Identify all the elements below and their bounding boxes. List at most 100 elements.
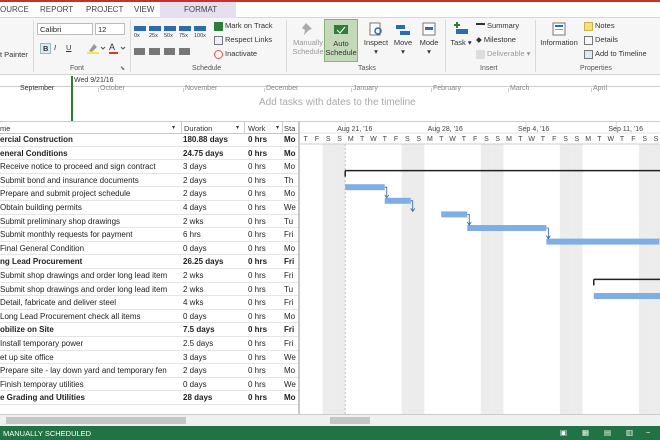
start-cell[interactable]: Mo: [284, 135, 298, 144]
work-cell[interactable]: 0 hrs: [248, 189, 282, 198]
font-color-icon[interactable]: A: [108, 42, 128, 56]
work-cell[interactable]: 0 hrs: [248, 285, 282, 294]
work-cell[interactable]: 0 hrs: [248, 339, 282, 348]
chevron-down-icon[interactable]: ▾: [172, 124, 175, 131]
table-row[interactable]: Submit bond and insurance documents 2 day…: [0, 174, 298, 188]
duration-cell[interactable]: 180.88 days: [183, 135, 243, 144]
task-grid[interactable]: ercial Construction 180.88 days 0 hrs Mo ene…: [0, 133, 298, 415]
duration-cell[interactable]: 3 days: [183, 162, 243, 171]
tab-resource[interactable]: OURCE: [0, 5, 29, 14]
work-cell[interactable]: 0 hrs: [248, 149, 282, 158]
mode-button[interactable]: Mode ▾: [417, 21, 441, 56]
task-name-cell[interactable]: Submit shop drawings and order long lead…: [0, 285, 180, 294]
task-name-cell[interactable]: Submit preliminary shop drawings: [0, 217, 180, 226]
font-name-select[interactable]: Calibri: [37, 23, 93, 35]
table-row[interactable]: Obtain building permits 4 days 0 hrs We: [0, 201, 298, 215]
table-row[interactable]: Finish temporay utilities 0 days 0 hrs We: [0, 378, 298, 392]
percent-complete-icons[interactable]: 0x 25x 50x 75x 100x: [134, 22, 210, 62]
bold-button[interactable]: B: [40, 43, 52, 54]
italic-button[interactable]: I: [54, 43, 56, 52]
zoom-out-icon[interactable]: −: [646, 428, 650, 437]
duration-cell[interactable]: 28 days: [183, 393, 243, 402]
gantt-view-icon[interactable]: ▣: [560, 428, 567, 437]
work-cell[interactable]: 0 hrs: [248, 325, 282, 334]
team-planner-view-icon[interactable]: ▤: [604, 428, 611, 437]
duration-cell[interactable]: 0 days: [183, 244, 243, 253]
work-cell[interactable]: 0 hrs: [248, 298, 282, 307]
table-row[interactable]: et up site office 3 days 0 hrs We: [0, 351, 298, 365]
task-name-cell[interactable]: Final General Condition: [0, 244, 180, 253]
tab-view[interactable]: VIEW: [134, 5, 154, 14]
work-cell[interactable]: 0 hrs: [248, 230, 282, 239]
work-cell[interactable]: 0 hrs: [248, 271, 282, 280]
work-cell[interactable]: 0 hrs: [248, 366, 282, 375]
duration-cell[interactable]: 6 hrs: [183, 230, 243, 239]
inactivate-button[interactable]: Inactivate: [214, 49, 257, 59]
milestone-button[interactable]: ◆ Milestone: [476, 35, 516, 44]
duration-cell[interactable]: 2 wks: [183, 285, 243, 294]
deliverable-button[interactable]: Deliverable ▾: [476, 49, 530, 59]
start-cell[interactable]: We: [284, 203, 298, 212]
format-painter-button[interactable]: t Painter: [0, 50, 28, 59]
duration-cell[interactable]: 3 days: [183, 353, 243, 362]
table-row[interactable]: e Grading and Utilities 28 days 0 hrs Mo: [0, 391, 298, 405]
duration-cell[interactable]: 4 days: [183, 203, 243, 212]
task-name-cell[interactable]: eneral Conditions: [0, 149, 180, 158]
duration-cell[interactable]: 4 wks: [183, 298, 243, 307]
chevron-down-icon[interactable]: ▾: [276, 124, 279, 131]
start-cell[interactable]: We: [284, 353, 298, 362]
task-name-cell[interactable]: obilize on Site: [0, 325, 180, 334]
duration-cell[interactable]: 24.75 days: [183, 149, 243, 158]
horizontal-scrollbar[interactable]: [0, 414, 660, 426]
task-name-cell[interactable]: et up site office: [0, 353, 180, 362]
start-cell[interactable]: Fri: [284, 325, 298, 334]
duration-cell[interactable]: 2 days: [183, 176, 243, 185]
table-row[interactable]: eneral Conditions 24.75 days 0 hrs Mo: [0, 147, 298, 161]
highlight-icon[interactable]: [86, 42, 106, 56]
details-button[interactable]: Details: [584, 35, 618, 45]
scroll-thumb[interactable]: [330, 417, 370, 424]
start-cell[interactable]: Th: [284, 176, 298, 185]
work-cell[interactable]: 0 hrs: [248, 380, 282, 389]
table-row[interactable]: Long Lead Procurement check all items 0 d…: [0, 310, 298, 324]
task-name-cell[interactable]: Prepare and submit project schedule: [0, 189, 180, 198]
start-cell[interactable]: Tu: [284, 285, 298, 294]
task-name-cell[interactable]: ercial Construction: [0, 135, 180, 144]
task-name-cell[interactable]: Receive notice to proceed and sign contr…: [0, 162, 180, 171]
table-row[interactable]: Submit preliminary shop drawings 2 wks 0 h…: [0, 215, 298, 229]
scroll-thumb[interactable]: [6, 417, 186, 424]
work-cell[interactable]: 0 hrs: [248, 162, 282, 171]
add-to-timeline-button[interactable]: Add to Timeline: [584, 49, 647, 59]
table-row[interactable]: Receive notice to proceed and sign contr…: [0, 160, 298, 174]
table-row[interactable]: Submit monthly requests for payment 6 hrs…: [0, 228, 298, 242]
duration-cell[interactable]: 2 wks: [183, 271, 243, 280]
task-usage-view-icon[interactable]: ▦: [582, 428, 589, 437]
work-cell[interactable]: 0 hrs: [248, 257, 282, 266]
start-cell[interactable]: Fri: [284, 257, 298, 266]
table-row[interactable]: Prepare and submit project schedule 2 day…: [0, 187, 298, 201]
table-row[interactable]: Install temporary power 2.5 days 0 hrs Fri: [0, 337, 298, 351]
work-cell[interactable]: 0 hrs: [248, 353, 282, 362]
column-header-start[interactable]: Sta: [284, 124, 295, 133]
task-button[interactable]: Task ▾: [449, 21, 473, 47]
table-row[interactable]: Detail, fabricate and deliver steel 4 wks…: [0, 296, 298, 310]
start-cell[interactable]: We: [284, 380, 298, 389]
column-header-duration[interactable]: Duration: [184, 124, 212, 133]
work-cell[interactable]: 0 hrs: [248, 203, 282, 212]
table-row[interactable]: obilize on Site 7.5 days 0 hrs Fri: [0, 323, 298, 337]
respect-links-button[interactable]: Respect Links: [214, 35, 272, 45]
start-cell[interactable]: Fri: [284, 298, 298, 307]
information-button[interactable]: Information: [538, 21, 580, 47]
work-cell[interactable]: 0 hrs: [248, 135, 282, 144]
work-cell[interactable]: 0 hrs: [248, 244, 282, 253]
duration-cell[interactable]: 7.5 days: [183, 325, 243, 334]
task-name-cell[interactable]: Finish temporay utilities: [0, 380, 180, 389]
task-name-cell[interactable]: Submit bond and insurance documents: [0, 176, 180, 185]
task-name-cell[interactable]: ng Lead Procurement: [0, 257, 180, 266]
font-dialog-launcher-icon[interactable]: ⬊: [120, 65, 125, 72]
duration-cell[interactable]: 2.5 days: [183, 339, 243, 348]
table-row[interactable]: Final General Condition 0 days 0 hrs Mo: [0, 242, 298, 256]
task-name-cell[interactable]: Submit shop drawings and order long lead…: [0, 271, 180, 280]
start-cell[interactable]: Mo: [284, 366, 298, 375]
notes-button[interactable]: Notes: [584, 21, 615, 31]
